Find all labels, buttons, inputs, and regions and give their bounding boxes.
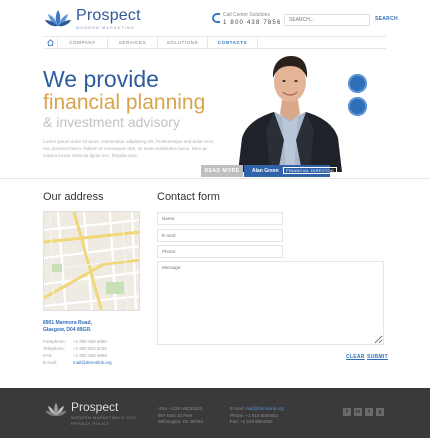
search-button[interactable]: SEARCH [375, 16, 398, 22]
nav-item-solutions[interactable]: SOLUTIONS [158, 37, 208, 48]
address-title: Our address [43, 191, 104, 203]
hero-heading-line2: financial planning [43, 91, 206, 114]
map[interactable] [43, 211, 140, 311]
twitter-icon[interactable]: t [365, 408, 373, 416]
slider-dot-1[interactable] [348, 74, 367, 93]
hero-paragraph: Lorem ipsum dolor sit amet, consectetur … [43, 139, 215, 158]
slider-dot-2[interactable] [348, 97, 367, 116]
address-line-1: 8901 Marmora Road, [43, 320, 92, 326]
nav-item-company[interactable]: COMPANY [58, 37, 108, 48]
home-icon [47, 39, 54, 46]
phone-block: Call Center Solutions 1 800 438 7856 [212, 12, 282, 27]
hero-heading-line1: We provide [43, 66, 159, 92]
read-more-button[interactable]: READ MORE [201, 165, 243, 177]
footer-logo[interactable]: Prospect MODERN MARKETING © 2012 PRIVACY… [44, 401, 137, 426]
telephone-label: Telephone: [43, 346, 66, 351]
message-field[interactable] [157, 261, 384, 345]
site-footer: Prospect MODERN MARKETING © 2012 PRIVACY… [0, 388, 430, 438]
phone-field[interactable] [157, 245, 283, 258]
footer-copyright: MODERN MARKETING © 2012 [71, 415, 137, 420]
slider-dots [348, 74, 367, 120]
site-header: Prospect MODERN MARKETING Call Center So… [0, 0, 430, 36]
linkedin-icon[interactable]: in [354, 408, 362, 416]
map-image [44, 212, 139, 310]
nav-item-services[interactable]: SERVICES [108, 37, 158, 48]
section-divider [0, 178, 430, 179]
hero-heading-line3: & investment advisory [43, 114, 180, 130]
fax-value: +1 800 889 9898 [73, 353, 107, 358]
lotus-logo-icon [45, 402, 67, 416]
contact-form-title: Contact form [157, 191, 220, 203]
logo[interactable]: Prospect MODERN MARKETING [44, 8, 141, 31]
logo-title: Prospect [76, 7, 141, 24]
main-nav: COMPANY SERVICES SOLUTIONS CONTACTS [44, 36, 386, 49]
facebook-icon[interactable]: f [343, 408, 351, 416]
phone-number: 1 800 438 7856 [223, 20, 282, 26]
footer-email-label: E-mail: [230, 406, 245, 411]
person-role: FINANCIAL DIRECTOR [283, 167, 338, 174]
social-links: f in t g [343, 408, 387, 416]
footer-fax: Fax: +1 910 8064652 [230, 419, 273, 424]
fax-label: FAX: [43, 353, 53, 358]
person-name: Alan Green [252, 168, 279, 174]
hero-section: We provide financial planning & investme… [0, 50, 430, 177]
email-field[interactable] [157, 229, 283, 242]
person-photo [232, 50, 348, 172]
footer-email-link[interactable]: mail@demolink.org [245, 406, 284, 411]
person-caption: Alan Green FINANCIAL DIRECTOR [244, 165, 338, 177]
footer-address-line-1: USA - LOS ANGELES [158, 406, 203, 411]
email-link[interactable]: mail@demolink.org [73, 359, 112, 366]
footer-address: USA - LOS ANGELES 907 East 33 Feet Wilmi… [158, 406, 203, 426]
privacy-policy-link[interactable]: PRIVACY POLICY [71, 421, 137, 426]
nav-home[interactable] [44, 37, 58, 48]
footer-contacts: E-mail: mail@demolink.org Phone: +1 910 … [230, 406, 284, 426]
phone-icon [212, 13, 220, 23]
footer-logo-title: Prospect [71, 400, 119, 414]
lotus-logo-icon [45, 10, 71, 27]
freephone-label: Freephone: [43, 339, 67, 344]
name-field[interactable] [157, 212, 283, 225]
nav-item-contacts[interactable]: CONTACTS [208, 37, 258, 48]
search-input[interactable] [284, 14, 370, 26]
google-icon[interactable]: g [376, 408, 384, 416]
footer-address-line-3: Wilmington, DC 90784 [158, 419, 204, 424]
submit-button[interactable]: SUBMIT [367, 354, 388, 360]
address-contacts: Freephone: +1 800 559 6580 Telephone: +1 8… [43, 338, 112, 366]
freephone-value: +1 800 559 6580 [73, 339, 107, 344]
email-label: E-mail: [43, 360, 58, 365]
logo-subtitle: MODERN MARKETING [76, 25, 135, 30]
phone-label: Call Center Solutions [223, 12, 270, 18]
address-street: 8901 Marmora Road, Glasgow, D04 89GR. [43, 320, 92, 334]
address-line-2: Glasgow, D04 89GR. [43, 327, 92, 333]
clear-button[interactable]: CLEAR [346, 354, 365, 360]
telephone-value: +1 800 603 6035 [73, 346, 107, 351]
